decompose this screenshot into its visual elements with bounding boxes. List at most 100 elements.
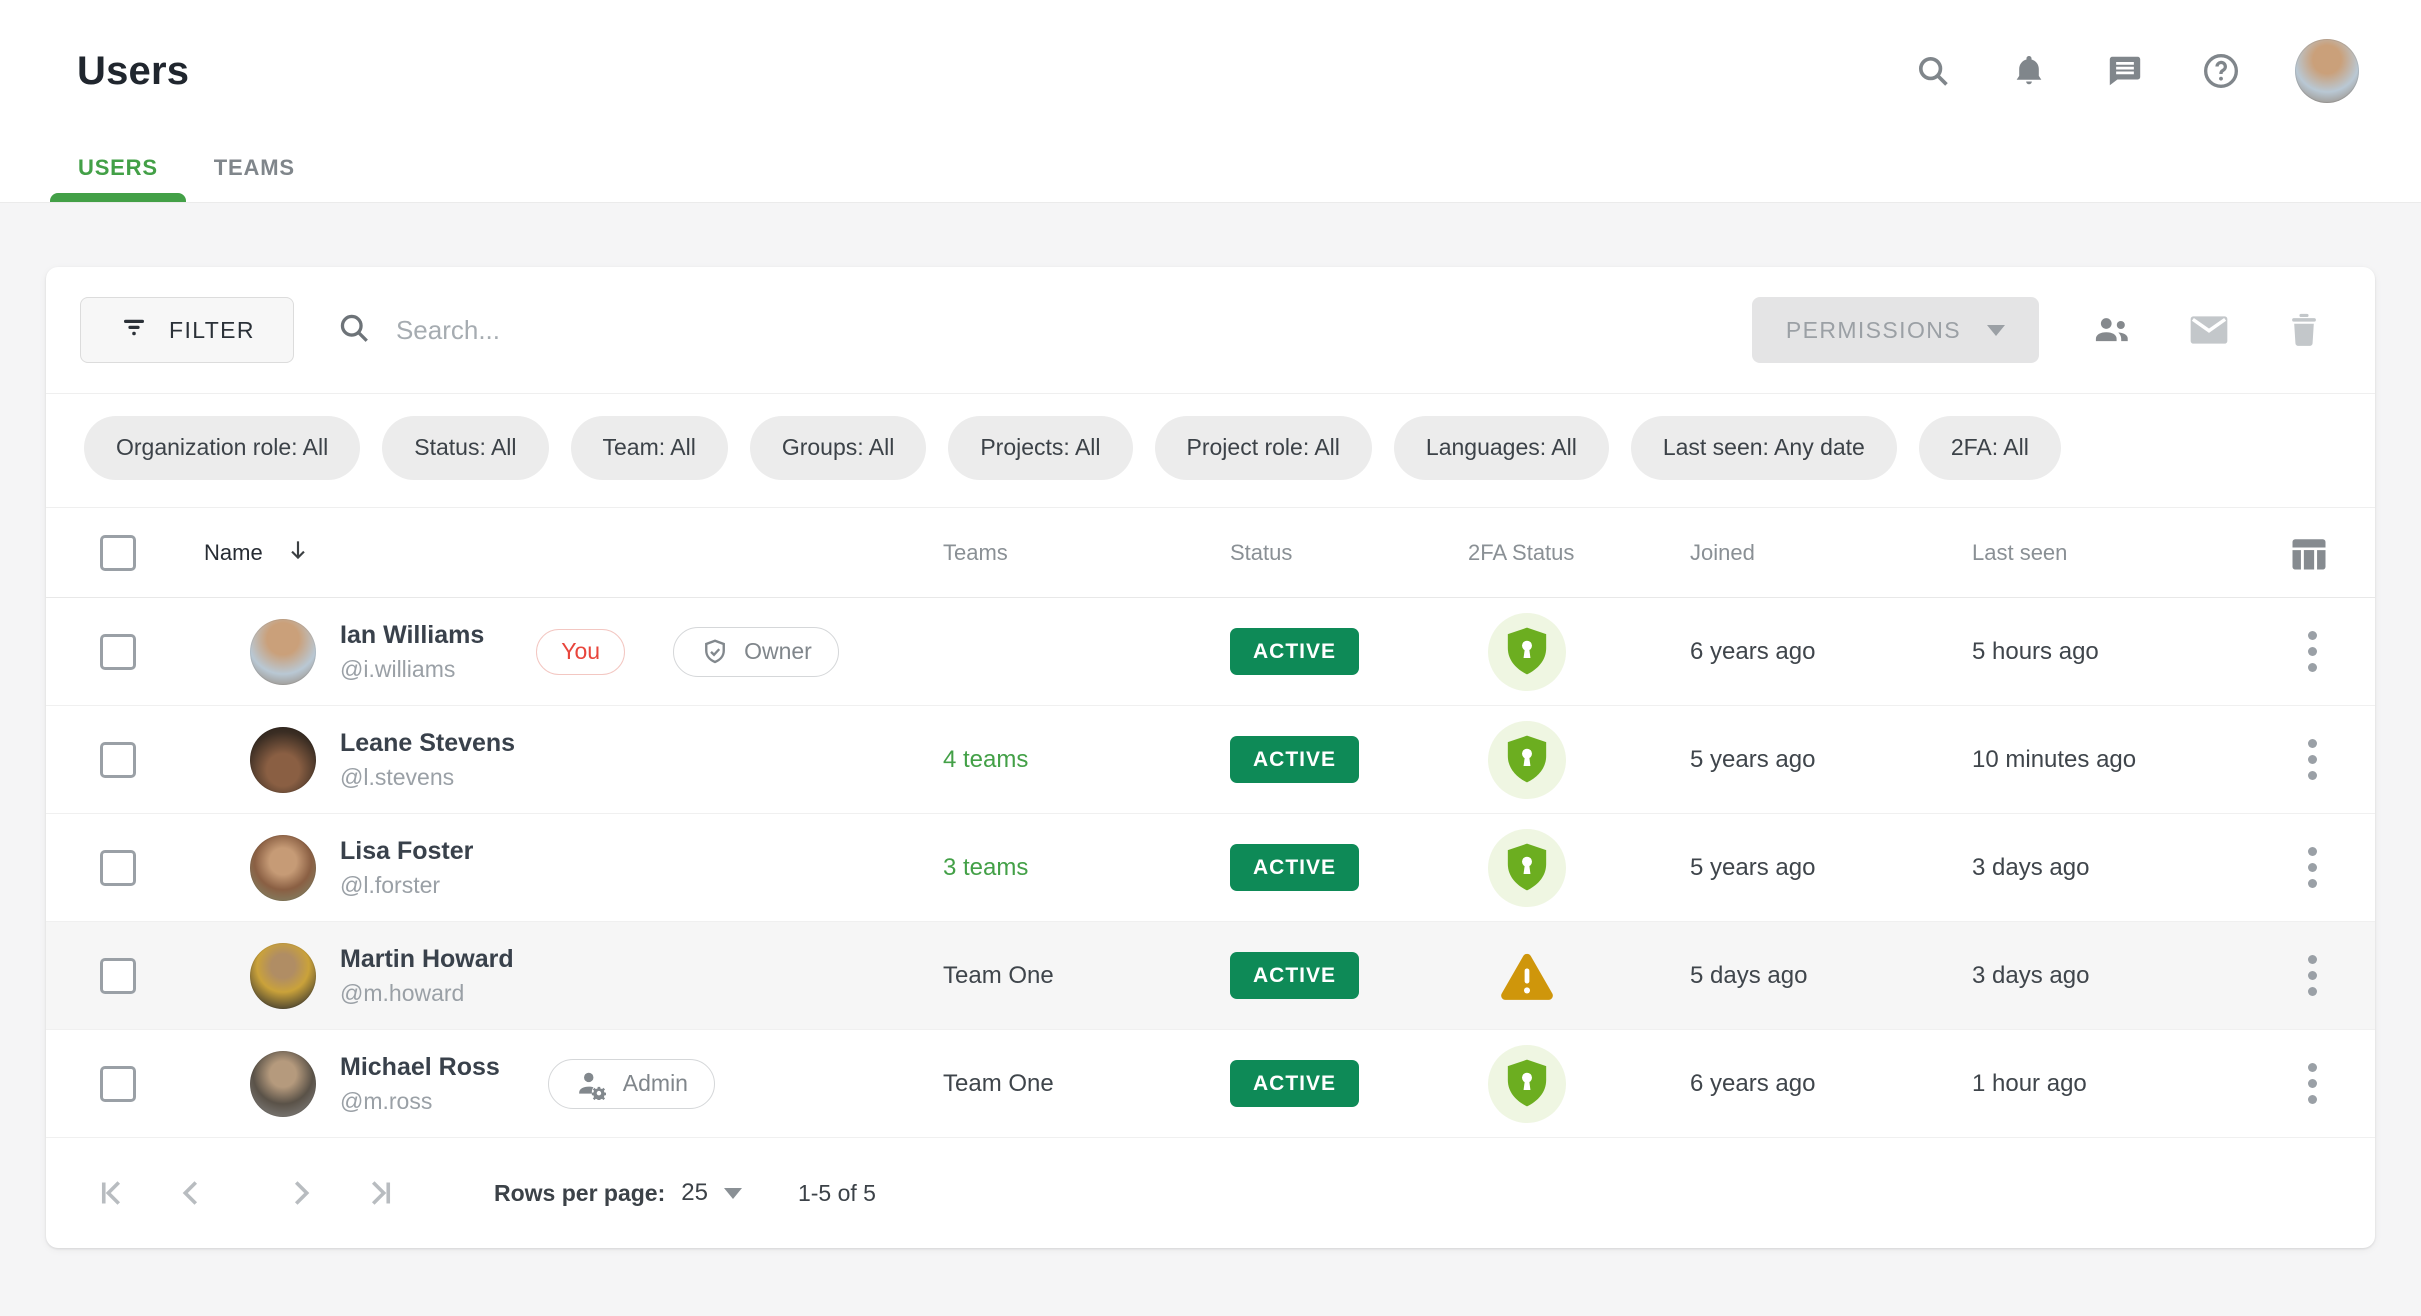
permissions-button-label: PERMISSIONS	[1786, 317, 1961, 344]
filter-button[interactable]: FILTER	[80, 297, 294, 363]
avatar	[250, 1051, 316, 1117]
chip-projects[interactable]: Projects: All	[948, 416, 1132, 480]
messages-icon[interactable]	[2103, 49, 2147, 93]
email-icon[interactable]	[2187, 308, 2231, 352]
status-badge: ACTIVE	[1230, 844, 1359, 891]
teams-cell: Team One	[943, 1070, 1230, 1098]
last-page-icon[interactable]	[356, 1169, 404, 1217]
user-handle: @l.stevens	[340, 763, 515, 792]
user-handle: @l.forster	[340, 871, 473, 900]
table-row[interactable]: Martin Howard @m.howard Team One ACTIVE …	[46, 922, 2375, 1030]
toolbar: FILTER PERMISSIONS	[46, 267, 2375, 394]
rows-per-page-select[interactable]: Rows per page: 25	[494, 1179, 742, 1207]
row-menu-icon[interactable]	[2302, 733, 2323, 786]
row-checkbox[interactable]	[100, 634, 136, 670]
search-input[interactable]	[396, 315, 996, 346]
chip-status[interactable]: Status: All	[382, 416, 548, 480]
chip-team[interactable]: Team: All	[571, 416, 728, 480]
row-menu-icon[interactable]	[2302, 625, 2323, 678]
chip-organization-role[interactable]: Organization role: All	[84, 416, 360, 480]
row-checkbox[interactable]	[100, 742, 136, 778]
avatar	[250, 619, 316, 685]
row-menu-icon[interactable]	[2302, 1057, 2323, 1110]
joined-cell: 5 years ago	[1690, 746, 1972, 774]
chip-project-role[interactable]: Project role: All	[1155, 416, 1372, 480]
rows-per-page-value: 25	[681, 1179, 708, 1207]
users-card: FILTER PERMISSIONS Organization role: A	[46, 267, 2375, 1248]
topnav	[1911, 39, 2359, 103]
page-title: Users	[77, 49, 189, 94]
you-badge: You	[536, 629, 625, 675]
table-row[interactable]: Leane Stevens @l.stevens 4 teams ACTIVE …	[46, 706, 2375, 814]
column-header-joined[interactable]: Joined	[1690, 540, 1972, 566]
previous-page-icon[interactable]	[168, 1169, 216, 1217]
filter-chipbar: Organization role: All Status: All Team:…	[46, 394, 2375, 508]
table-row[interactable]: Ian Williams @i.williams You Owner ACTIV…	[46, 598, 2375, 706]
chevron-down-icon	[724, 1188, 742, 1199]
row-checkbox[interactable]	[100, 958, 136, 994]
tab-teams[interactable]: TEAMS	[186, 134, 323, 202]
last-seen-cell: 10 minutes ago	[1972, 746, 2226, 774]
user-name: Michael Ross	[340, 1052, 500, 1083]
teams-link[interactable]: 4 teams	[943, 746, 1028, 773]
teams-cell: Team One	[943, 962, 1230, 990]
user-avatar[interactable]	[2295, 39, 2359, 103]
table-row[interactable]: Michael Ross @m.ross Admin Team One ACTI…	[46, 1030, 2375, 1138]
table-header: Name Teams Status 2FA Status Joined Last…	[46, 508, 2375, 598]
column-settings-icon[interactable]	[2287, 531, 2331, 575]
table-row[interactable]: Lisa Foster @l.forster 3 teams ACTIVE 5 …	[46, 814, 2375, 922]
twofa-cell	[1468, 613, 1690, 691]
chevron-down-icon	[1987, 325, 2005, 336]
last-seen-cell: 5 hours ago	[1972, 638, 2226, 666]
person-gear-icon	[575, 1068, 609, 1100]
first-page-icon[interactable]	[88, 1169, 136, 1217]
delete-icon[interactable]	[2283, 309, 2325, 351]
chip-last-seen[interactable]: Last seen: Any date	[1631, 416, 1897, 480]
twofa-warning-icon	[1488, 951, 1566, 1001]
status-badge: ACTIVE	[1230, 1060, 1359, 1107]
shield-check-icon	[700, 637, 730, 667]
joined-cell: 5 days ago	[1690, 962, 1972, 990]
select-all-checkbox[interactable]	[100, 535, 136, 571]
manage-users-icon[interactable]	[2089, 307, 2135, 353]
pagination-range: 1-5 of 5	[798, 1180, 876, 1207]
avatar	[250, 727, 316, 793]
column-header-last-seen[interactable]: Last seen	[1972, 540, 2226, 566]
row-checkbox[interactable]	[100, 1066, 136, 1102]
user-name: Martin Howard	[340, 944, 514, 975]
avatar	[250, 943, 316, 1009]
column-header-teams[interactable]: Teams	[943, 540, 1230, 566]
sort-desc-icon	[285, 537, 311, 569]
row-menu-icon[interactable]	[2302, 841, 2323, 894]
user-name: Ian Williams	[340, 620, 484, 651]
search-icon[interactable]	[1911, 49, 1955, 93]
twofa-enabled-shield-icon	[1488, 1045, 1566, 1123]
help-icon[interactable]	[2199, 49, 2243, 93]
chip-2fa[interactable]: 2FA: All	[1919, 416, 2061, 480]
column-header-name[interactable]: Name	[196, 537, 943, 569]
avatar	[250, 835, 316, 901]
chip-groups[interactable]: Groups: All	[750, 416, 927, 480]
row-menu-icon[interactable]	[2302, 949, 2323, 1002]
column-header-2fa[interactable]: 2FA Status	[1468, 540, 1690, 566]
last-seen-cell: 1 hour ago	[1972, 1070, 2226, 1098]
joined-cell: 6 years ago	[1690, 1070, 1972, 1098]
user-handle: @m.howard	[340, 979, 514, 1008]
admin-badge: Admin	[548, 1059, 715, 1109]
teams-link[interactable]: 3 teams	[943, 854, 1028, 881]
filter-button-label: FILTER	[169, 317, 255, 344]
next-page-icon[interactable]	[276, 1169, 324, 1217]
chip-languages[interactable]: Languages: All	[1394, 416, 1609, 480]
joined-cell: 6 years ago	[1690, 638, 1972, 666]
tab-users[interactable]: USERS	[50, 134, 186, 202]
notifications-icon[interactable]	[2007, 49, 2051, 93]
permissions-button[interactable]: PERMISSIONS	[1752, 297, 2039, 363]
user-name: Leane Stevens	[340, 728, 515, 759]
row-checkbox[interactable]	[100, 850, 136, 886]
user-handle: @m.ross	[340, 1087, 500, 1116]
rows-per-page-label: Rows per page:	[494, 1180, 665, 1207]
twofa-cell	[1468, 1045, 1690, 1123]
twofa-enabled-shield-icon	[1488, 613, 1566, 691]
owner-badge: Owner	[673, 627, 839, 677]
column-header-status[interactable]: Status	[1230, 540, 1468, 566]
